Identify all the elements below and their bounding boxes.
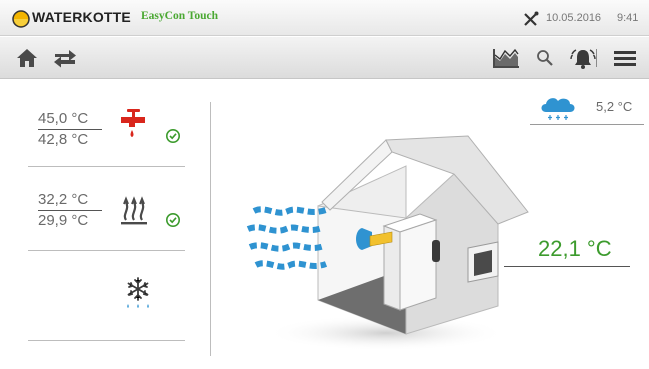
heating-icon: [121, 196, 147, 225]
house-illustration: [246, 135, 529, 351]
menu-icon[interactable]: [612, 45, 638, 71]
status-bar: WATERKOTTE EasyCon Touch 10.05.2016 9:41: [0, 0, 649, 36]
tools-icon[interactable]: [523, 11, 539, 27]
faucet-icon: [121, 109, 145, 137]
heating-actual-temp: 32,2 °C: [38, 191, 102, 211]
outdoor-underline: [530, 124, 644, 125]
snow-cloud-icon: [541, 98, 575, 120]
hot-water-setpoint-temp: 42,8 °C: [38, 131, 89, 148]
hot-water-actual-temp: 45,0 °C: [38, 110, 102, 130]
check-circle-icon: [166, 213, 180, 227]
heating-setpoint-temp: 29,9 °C: [38, 212, 89, 229]
snowflake-icon: [127, 277, 149, 308]
search-icon[interactable]: [535, 45, 555, 71]
cold-air-waves: [246, 206, 328, 270]
heating-temperatures: 32,2 °C 29,9 °C: [38, 191, 102, 229]
divider: [28, 250, 185, 251]
heat-pump-unit: [399, 219, 437, 311]
hot-water-temperatures: 45,0 °C 42,8 °C: [38, 110, 102, 148]
check-circle-icon: [166, 129, 180, 143]
waterkotte-logo-icon: [12, 10, 30, 28]
room-underline: [504, 266, 630, 267]
toolbar: [0, 37, 649, 79]
switch-arrows-icon[interactable]: [52, 45, 78, 71]
time-text: 9:41: [617, 12, 639, 24]
room-temperature: 22,1 °C: [538, 236, 612, 261]
brand-name: WATERKOTTE: [32, 9, 131, 25]
house-window: [474, 250, 492, 276]
water-tank: [356, 228, 372, 250]
divider: [28, 166, 185, 167]
home-icon[interactable]: [14, 45, 40, 71]
outdoor-temperature: 5,2 °C: [596, 99, 633, 114]
panel-divider: [210, 102, 211, 356]
divider: [28, 340, 185, 341]
product-name: EasyCon Touch: [141, 10, 219, 22]
chart-icon[interactable]: [491, 45, 521, 71]
alarm-icon[interactable]: [568, 45, 598, 71]
date-text: 10.05.2016: [546, 12, 602, 24]
